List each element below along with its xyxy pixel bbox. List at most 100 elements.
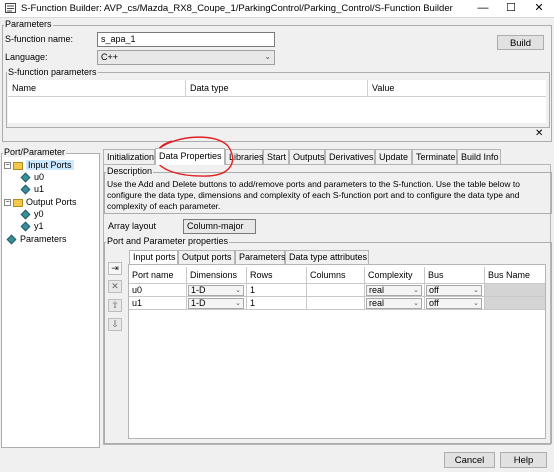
cell-rows[interactable]: 1 [247,297,307,310]
move-up-button[interactable]: ⇧ [108,299,122,312]
parameters-group-label: Parameters [4,19,53,29]
chevron-down-icon: ⌄ [413,287,419,294]
cell-complexity[interactable]: real ⌄ [365,297,425,310]
close-window-button[interactable]: ✕ [525,0,553,17]
column-header-data-type: Data type [186,80,368,96]
cell-port-name[interactable]: u1 [129,297,187,310]
port-props-group-label: Port and Parameter properties [106,236,230,246]
grid-header-columns: Columns [307,267,365,284]
port-parameter-group-label: Port/Parameter [3,147,67,157]
description-group-label: Description [106,166,154,176]
port-icon [20,209,31,220]
add-port-button[interactable]: ⇥ [108,262,122,275]
tab-data-properties[interactable]: Data Properties [155,148,225,165]
port-tree: − Input Ports u0 u1 − Output Ports y0 y1 P… [4,158,96,250]
tab-update[interactable]: Update [375,149,412,164]
sfunction-name-input[interactable]: s_apa_1 [97,32,275,47]
title-bar: S-Function Builder: AVP_cs/Mazda_RX8_Cou… [0,0,554,18]
column-header-name: Name [8,80,186,96]
chevron-down-icon: ⌄ [264,52,271,61]
tab-start[interactable]: Start [263,149,289,164]
tab-derivatives[interactable]: Derivatives [325,149,375,164]
folder-icon [13,198,23,207]
chevron-down-icon: ⌄ [235,300,241,307]
move-up-icon: ⇧ [111,300,119,310]
maximize-button[interactable]: ☐ [497,0,525,17]
port-icon [20,221,31,232]
tab-input-ports[interactable]: Input ports [129,250,178,264]
tab-data-type-attributes[interactable]: Data type attributes [285,250,369,264]
sfunction-name-label: S-function name: [5,34,74,44]
cell-bus-name [485,284,545,297]
language-label: Language: [5,52,48,62]
tab-libraries[interactable]: Libraries [225,149,264,164]
tree-item-y0[interactable]: y0 [20,209,44,220]
move-down-button[interactable]: ⇩ [108,318,122,331]
description-text: Use the Add and Delete buttons to add/re… [107,179,520,211]
grid-header-rows: Rows [247,267,307,284]
sfunction-parameters-table-body [8,97,546,123]
grid-header-bus-name: Bus Name [485,267,545,284]
cell-columns[interactable] [307,284,365,297]
dimensions-select[interactable]: 1-D ⌄ [188,285,244,296]
tab-parameters[interactable]: Parameters [235,250,286,264]
ports-grid: Port name Dimensions Rows Columns Comple… [128,264,546,439]
tab-strip: Initialization Data Properties Libraries… [103,148,551,165]
tree-item-parameters[interactable]: Parameters [6,234,67,245]
dimensions-select[interactable]: 1-D ⌄ [188,298,244,309]
cancel-button[interactable]: Cancel [444,452,495,468]
bus-select[interactable]: off ⌄ [426,298,482,309]
bus-select[interactable]: off ⌄ [426,285,482,296]
delete-port-icon: ✕ [111,281,119,291]
minimize-button[interactable]: — [469,0,497,17]
cell-dimensions[interactable]: 1-D ⌄ [187,297,247,310]
port-icon [20,184,31,195]
cell-bus[interactable]: off ⌄ [425,297,485,310]
cell-bus[interactable]: off ⌄ [425,284,485,297]
complexity-select[interactable]: real ⌄ [366,285,422,296]
grid-header-dimensions: Dimensions [187,267,247,284]
build-button[interactable]: Build [497,35,544,50]
cell-rows[interactable]: 1 [247,284,307,297]
move-down-icon: ⇩ [111,319,119,329]
grid-header-port-name: Port name [129,267,187,284]
grid-header-complexity: Complexity [365,267,425,284]
tree-item-u0[interactable]: u0 [20,172,44,183]
delete-port-button[interactable]: ✕ [108,280,122,293]
array-layout-value: Column-major [187,221,244,231]
tab-terminate[interactable]: Terminate [412,149,457,164]
delete-parameter-icon[interactable]: ✕ [535,128,543,139]
cell-complexity[interactable]: real ⌄ [365,284,425,297]
cell-dimensions[interactable]: 1-D ⌄ [187,284,247,297]
language-value: C++ [101,52,119,62]
cell-bus-name [485,297,545,310]
tree-item-output-ports[interactable]: − Output Ports [4,197,77,208]
port-props-tabs: Input ports Output ports Parameters Data… [129,250,369,264]
sfunction-parameters-table-header: Name Data type Value [8,80,546,97]
tab-output-ports[interactable]: Output ports [178,250,235,264]
array-layout-select[interactable]: Column-major [183,219,256,234]
tab-build-info[interactable]: Build Info [457,149,501,164]
grid-header-bus: Bus [425,267,485,284]
tree-item-u1[interactable]: u1 [20,184,44,195]
complexity-select[interactable]: real ⌄ [366,298,422,309]
column-header-value: Value [372,83,395,93]
tree-item-y1[interactable]: y1 [20,221,44,232]
cell-port-name[interactable]: u0 [129,284,187,297]
tree-item-input-ports[interactable]: − Input Ports [4,160,74,171]
cell-columns[interactable] [307,297,365,310]
folder-icon [13,161,23,170]
tab-outputs[interactable]: Outputs [289,149,325,164]
port-icon [20,172,31,183]
help-button[interactable]: Help [500,452,547,468]
sfunction-parameters-group-label: S-function parameters [7,67,98,77]
chevron-down-icon: ⌄ [413,300,419,307]
parameter-icon [6,234,17,245]
collapse-icon[interactable]: − [4,199,11,207]
tab-initialization[interactable]: Initialization [103,149,155,164]
chevron-down-icon: ⌄ [473,287,479,294]
window-title: S-Function Builder: AVP_cs/Mazda_RX8_Cou… [21,3,453,14]
language-select[interactable]: C++ ⌄ [97,50,275,65]
chevron-down-icon: ⌄ [235,287,241,294]
collapse-icon[interactable]: − [4,162,11,170]
